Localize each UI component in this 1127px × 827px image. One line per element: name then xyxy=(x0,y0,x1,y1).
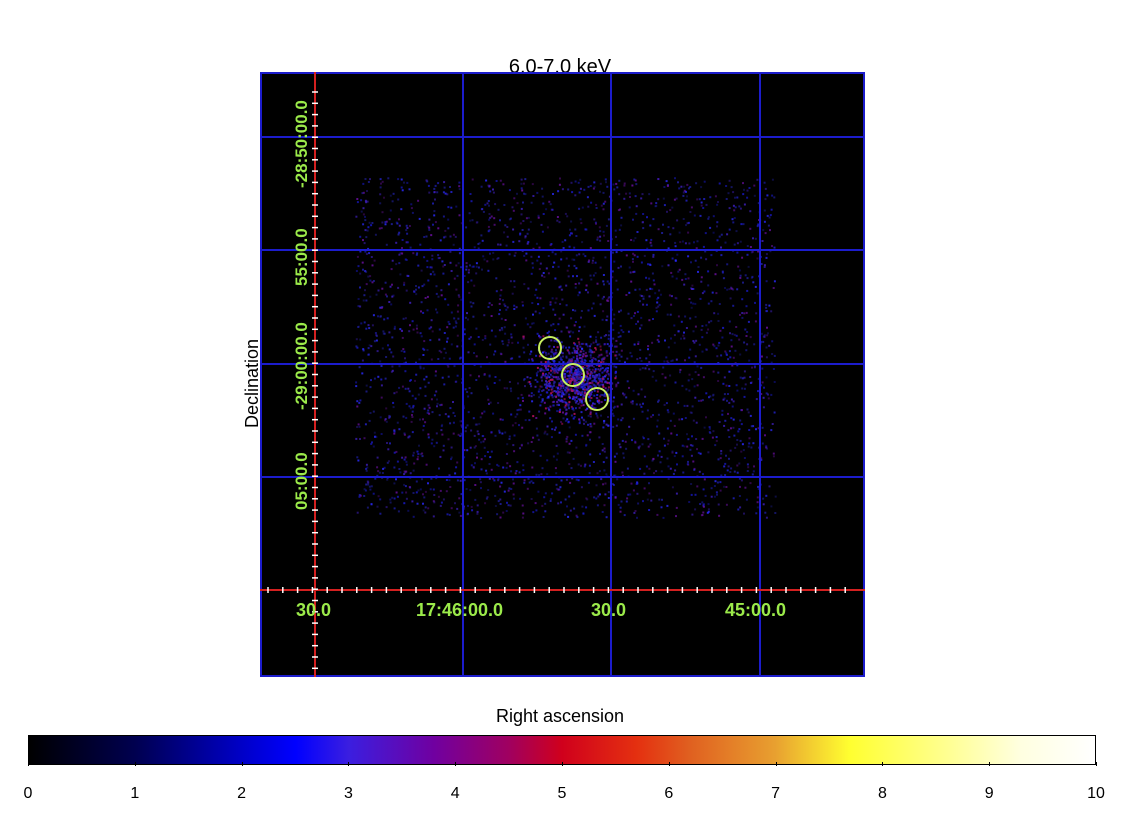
colorbar-tick-label: 4 xyxy=(450,785,460,802)
photon-noise xyxy=(355,177,777,519)
colorbar-tick-mark xyxy=(241,762,243,766)
colorbar-tick-mark xyxy=(668,762,670,766)
colorbar-tick-label: 9 xyxy=(984,785,994,802)
colorbar-tick-mark xyxy=(455,762,457,766)
coordinate-grid xyxy=(260,72,865,677)
colorbar-tick-mark xyxy=(775,762,777,766)
colorbar-tick-label: 10 xyxy=(1087,785,1105,802)
ra-tick-label-3: 30.0 xyxy=(591,600,627,620)
dec-tick-label-4: 05:00.0 xyxy=(292,452,311,510)
colorbar-tick-mark xyxy=(882,762,884,766)
colorbar-tick-label: 0 xyxy=(23,785,33,802)
colorbar xyxy=(28,735,1096,765)
colorbar-tick-label: 1 xyxy=(130,785,140,802)
ra-tick-label-2: 17:46:00.0 xyxy=(416,600,504,620)
colorbar-tick-label: 3 xyxy=(343,785,353,802)
dec-tick-label-2: 55:00.0 xyxy=(292,228,311,286)
ra-tick-label-1: 30.0 xyxy=(296,600,332,620)
colorbar-tick-label: 5 xyxy=(557,785,567,802)
colorbar-tick-mark xyxy=(348,762,350,766)
colorbar-tick-mark xyxy=(134,762,136,766)
colorbar-tick-label: 7 xyxy=(771,785,781,802)
colorbar-tick-label: 6 xyxy=(664,785,674,802)
colorbar-tick-mark xyxy=(562,762,563,766)
ra-tick-label-4: 45:00.0 xyxy=(725,600,787,620)
colorbar-tick-label: 2 xyxy=(237,785,247,802)
colorbar-tick-mark xyxy=(1096,762,1097,766)
x-axis-title: Right ascension xyxy=(495,706,625,726)
y-axis-title: Declination xyxy=(242,338,262,428)
colorbar-tick-mark xyxy=(28,762,29,766)
colorbar-tick-label: 8 xyxy=(877,785,887,802)
colorbar-tick-mark xyxy=(989,762,991,766)
dec-tick-label-1: -28:50:00.0 xyxy=(292,100,311,188)
dec-tick-label-3: -29:00:00.0 xyxy=(292,322,311,410)
